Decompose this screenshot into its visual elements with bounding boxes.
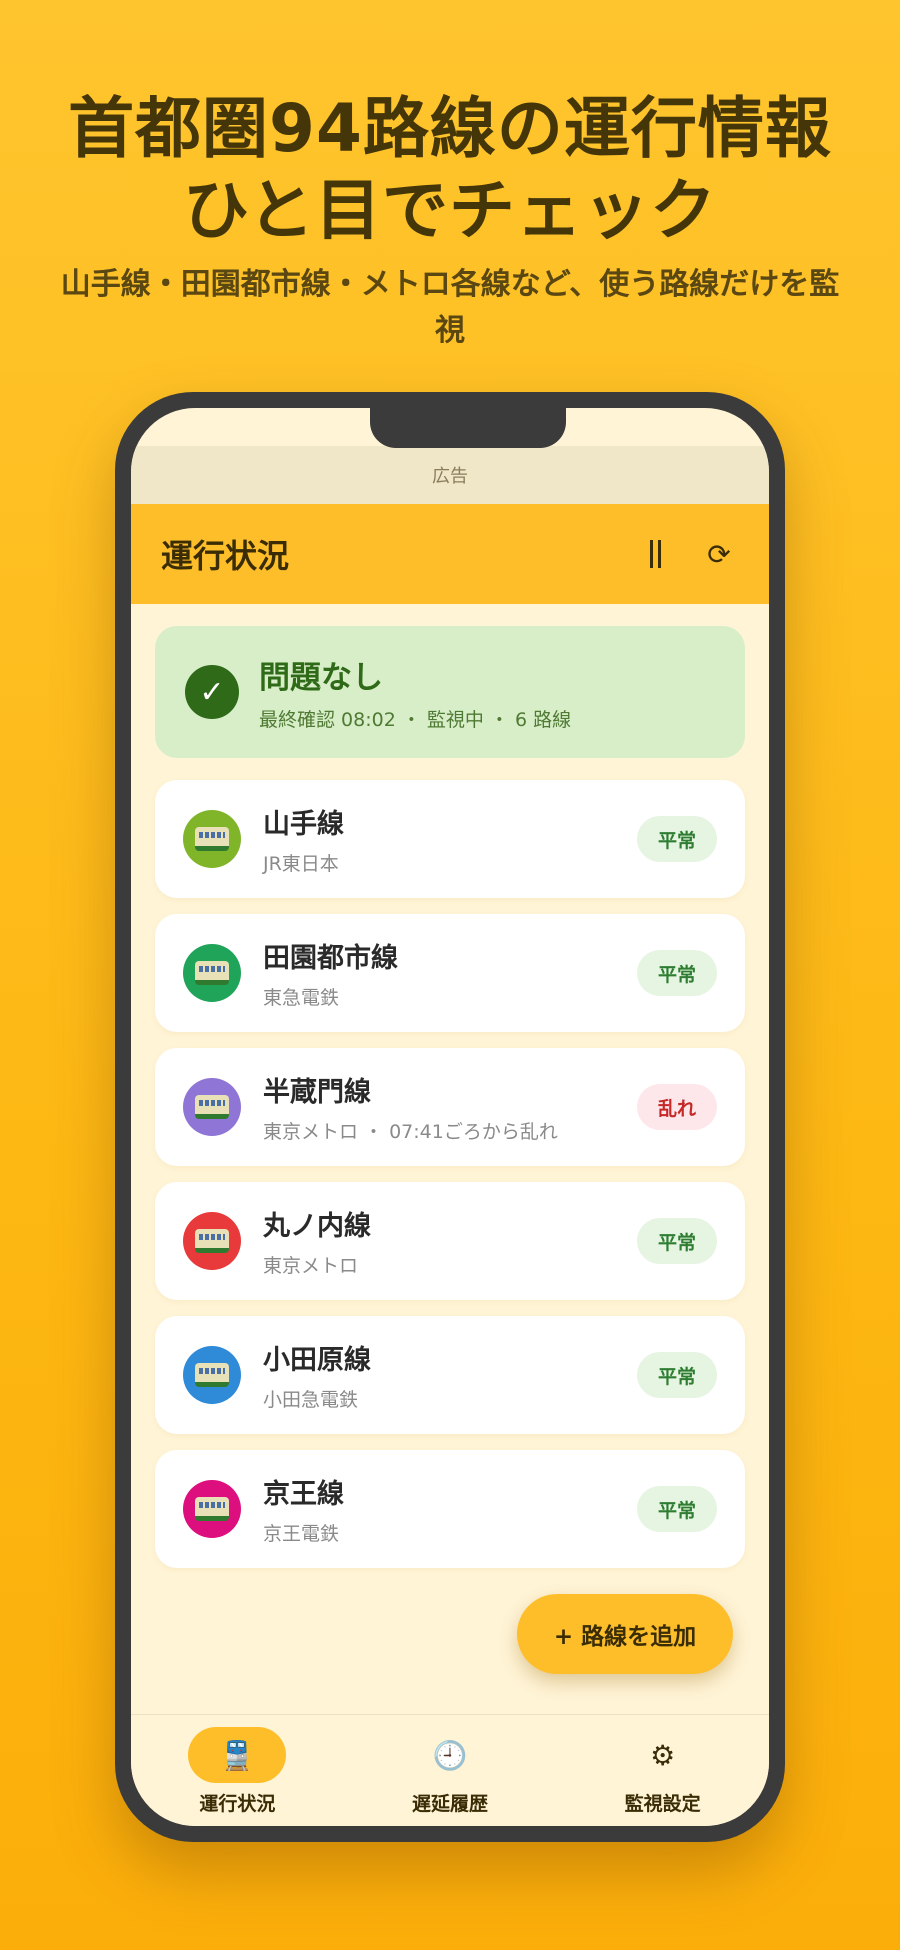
line-card[interactable]: 田園都市線 東急電鉄 平常 (155, 914, 745, 1032)
line-operator: 東京メトロ ・ 07:41ごろから乱れ (263, 1121, 558, 1143)
app-bar: 運行状況 ⟳ (131, 504, 769, 604)
line-operator: 小田急電鉄 (263, 1389, 359, 1411)
page-title: 運行状況 (161, 537, 290, 575)
nav-label: 遅延履歴 (412, 1793, 489, 1815)
promo-subline: 山手線・田園都市線・メトロ各線など、使う路線だけを監視 (60, 267, 840, 348)
phone-notch (370, 408, 566, 448)
main-content: ✓ 問題なし 最終確認 08:02 ・ 監視中 ・ 6 路線 山手線 JR東日本… (155, 626, 745, 1584)
line-name: 半蔵門線 (263, 1077, 371, 1108)
pause-button[interactable] (635, 534, 675, 574)
status-badge: 乱れ (637, 1084, 717, 1130)
status-badge: 平常 (637, 950, 717, 996)
train-icon (183, 1346, 241, 1404)
train-icon (183, 1480, 241, 1538)
line-card[interactable]: 京王線 京王電鉄 平常 (155, 1450, 745, 1568)
promo-headline: 首都圏94路線の運行情報 ひと目でチェック (0, 88, 900, 252)
line-name: 京王線 (263, 1479, 344, 1510)
status-title: 問題なし (259, 660, 383, 696)
promo-headline-line2: ひと目でチェック (182, 172, 718, 249)
ad-banner[interactable]: 広告 (131, 446, 769, 504)
line-name: 山手線 (263, 809, 344, 840)
status-badge: 平常 (637, 1352, 717, 1398)
nav-item-history[interactable]: 🕘 遅延履歴 (344, 1715, 557, 1826)
clock-icon: 🕘 (432, 1738, 468, 1772)
line-list: 山手線 JR東日本 平常 田園都市線 東急電鉄 平常 半蔵門線 東京メトロ ・ … (155, 780, 745, 1568)
status-subtitle: 最終確認 08:02 ・ 監視中 ・ 6 路線 (259, 709, 572, 731)
train-icon (183, 944, 241, 1002)
pause-icon (649, 540, 661, 568)
ad-label: 広告 (432, 466, 468, 487)
line-operator: 東京メトロ (263, 1255, 359, 1277)
promo-headline-line1: 首都圏94路線の運行情報 (68, 90, 832, 167)
status-badge: 平常 (637, 816, 717, 862)
nav-item-status[interactable]: 🚆 運行状況 (131, 1715, 344, 1826)
line-name: 丸ノ内線 (263, 1211, 371, 1242)
train-icon: 🚆 (188, 1727, 287, 1783)
line-name: 小田原線 (263, 1345, 371, 1376)
line-operator: 東急電鉄 (263, 987, 340, 1009)
line-name: 田園都市線 (263, 943, 398, 974)
add-line-button[interactable]: + 路線を追加 (517, 1594, 733, 1674)
phone-screen: 広告 運行状況 ⟳ ✓ 問題なし 最終確認 08:02 ・ 監視中 ・ 6 路線 (131, 408, 769, 1826)
train-icon (183, 1078, 241, 1136)
status-badge: 平常 (637, 1486, 717, 1532)
line-card[interactable]: 半蔵門線 東京メトロ ・ 07:41ごろから乱れ 乱れ (155, 1048, 745, 1166)
nav-item-settings[interactable]: ⚙ 監視設定 (556, 1715, 769, 1826)
line-card[interactable]: 丸ノ内線 東京メトロ 平常 (155, 1182, 745, 1300)
check-icon: ✓ (185, 665, 239, 719)
phone-frame: 広告 運行状況 ⟳ ✓ 問題なし 最終確認 08:02 ・ 監視中 ・ 6 路線 (115, 392, 785, 1842)
line-operator: JR東日本 (263, 853, 339, 875)
gear-icon: ⚙ (650, 1738, 676, 1772)
line-card[interactable]: 山手線 JR東日本 平常 (155, 780, 745, 898)
train-icon (183, 810, 241, 868)
nav-label: 監視設定 (624, 1793, 701, 1815)
status-badge: 平常 (637, 1218, 717, 1264)
refresh-button[interactable]: ⟳ (699, 534, 739, 574)
refresh-icon: ⟳ (707, 537, 731, 571)
nav-label: 運行状況 (199, 1793, 276, 1815)
line-card[interactable]: 小田原線 小田急電鉄 平常 (155, 1316, 745, 1434)
status-summary-card: ✓ 問題なし 最終確認 08:02 ・ 監視中 ・ 6 路線 (155, 626, 745, 758)
bottom-nav: 🚆 運行状況 🕘 遅延履歴 ⚙ 監視設定 (131, 1714, 769, 1826)
train-icon (183, 1212, 241, 1270)
line-operator: 京王電鉄 (263, 1523, 340, 1545)
